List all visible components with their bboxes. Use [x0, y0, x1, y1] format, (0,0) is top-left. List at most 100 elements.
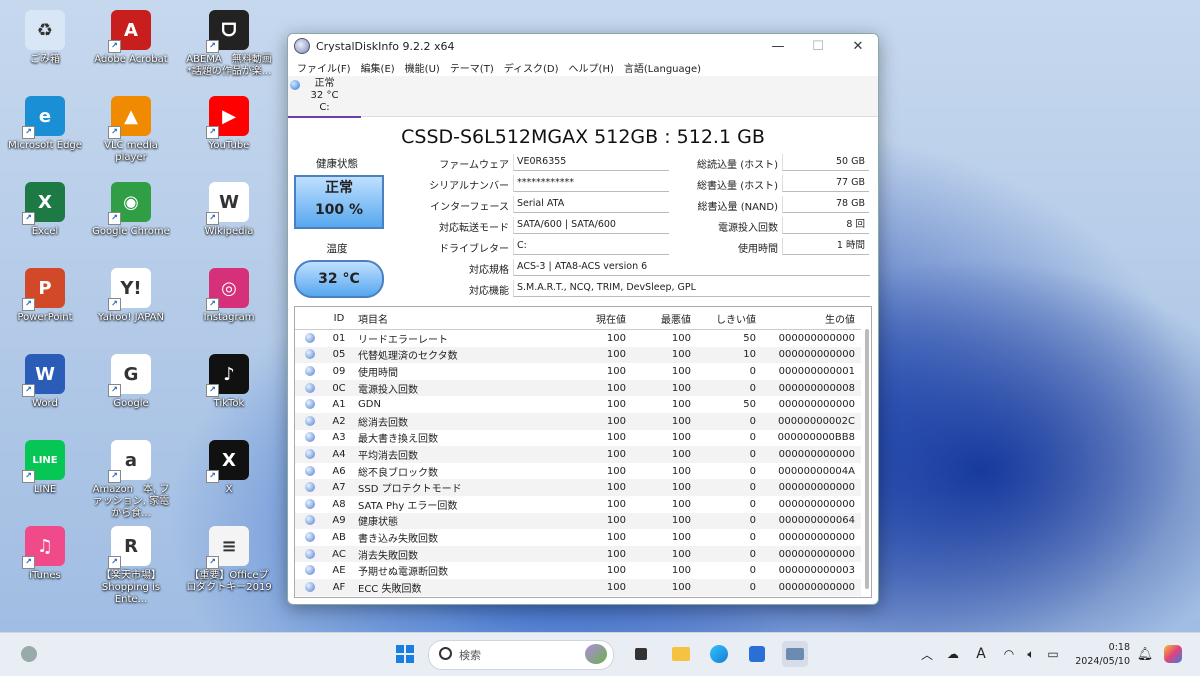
status-ball-icon	[304, 399, 315, 410]
smart-row[interactable]: A3 最大書き換え回数 100 100 0 000000000BB8	[295, 430, 861, 447]
temperature-button[interactable]: 32 °C	[294, 260, 384, 298]
menu-edit[interactable]: 編集(E)	[356, 60, 400, 75]
smart-header-status	[295, 307, 324, 330]
onedrive-icon[interactable]: ☁	[940, 641, 966, 667]
word-icon: W ↗	[22, 354, 65, 397]
maximize-button[interactable]: ☐	[798, 39, 838, 54]
desktop-shortcut[interactable]: W ↗ Wikipedia	[186, 176, 272, 258]
interface-label: インターフェース	[430, 202, 509, 213]
desktop-shortcut[interactable]: Y! ↗ Yahoo! JAPAN	[88, 262, 174, 344]
smart-worst: 100	[632, 512, 697, 530]
smart-worst: 100	[632, 479, 697, 496]
smart-header-row: ID 項目名 現在値 最悪値 しきい値 生の値	[295, 307, 861, 330]
crystaldiskinfo-taskbar-icon[interactable]	[782, 641, 808, 667]
menu-help[interactable]: ヘルプ(H)	[564, 60, 619, 75]
smart-row[interactable]: 0C 電源投入回数 100 100 0 000000000008	[295, 379, 861, 397]
smart-row[interactable]: A9 健康状態 100 100 0 000000000064	[295, 512, 861, 530]
disk-tab-c[interactable]: 正常 32 °C C:	[288, 76, 361, 118]
desktop-shortcut[interactable]: a ↗ Amazon 本, ファッション, 家電から食...	[88, 434, 174, 519]
menu-language[interactable]: 言語(Language)	[619, 60, 706, 75]
menu-function[interactable]: 機能(U)	[400, 60, 445, 75]
smart-header-current[interactable]: 現在値	[567, 307, 632, 330]
smart-raw: 000000000000	[762, 346, 861, 364]
start-button[interactable]	[392, 641, 418, 667]
file-explorer-icon[interactable]	[668, 641, 694, 667]
menu-file[interactable]: ファイル(F)	[292, 60, 356, 75]
shortcut-arrow-icon: ↗	[108, 556, 121, 569]
desktop-shortcut[interactable]: R ↗ 【楽天市場】 Shopping is Ente...	[88, 520, 174, 605]
desktop-shortcut[interactable]: ᗜ ↗ ABEMA 無料動画 *話題の作品が楽...	[186, 4, 272, 86]
smart-row[interactable]: A6 総不良ブロック数 100 100 0 00000000004A	[295, 463, 861, 480]
smart-row[interactable]: A2 総消去回数 100 100 0 00000000002C	[295, 412, 861, 430]
smart-header-name[interactable]: 項目名	[354, 307, 567, 330]
smart-row[interactable]: AB 書き込み失敗回数 100 100 0 000000000000	[295, 529, 861, 546]
smart-row[interactable]: AE 予期せぬ電源断回数 100 100 0 000000000003	[295, 562, 861, 579]
smart-status-cell	[295, 479, 324, 496]
smart-row[interactable]: 09 使用時間 100 100 0 000000000001	[295, 363, 861, 380]
desktop-shortcut[interactable]: ◎ ↗ Instagram	[186, 262, 272, 344]
desktop-shortcut[interactable]: ♪ ↗ TikTok	[186, 348, 272, 430]
smart-header-threshold[interactable]: しきい値	[697, 307, 762, 330]
smart-row[interactable]: 01 リードエラーレート 100 100 50 000000000000	[295, 330, 861, 347]
shortcut-arrow-icon: ↗	[22, 470, 35, 483]
chevron-up-icon[interactable]: ︿	[914, 641, 940, 667]
shortcut-arrow-icon: ↗	[206, 212, 219, 225]
status-ball-icon	[304, 482, 315, 493]
desktop-shortcut[interactable]: X ↗ X	[186, 434, 272, 516]
desktop-shortcut[interactable]: ≡ ↗ 【重要】Officeプロダクトキー2019	[186, 520, 272, 602]
host-writes-value: 77 GB	[782, 175, 869, 192]
menu-disk[interactable]: ディスク(D)	[499, 60, 564, 75]
smart-raw: 000000000000	[778, 332, 855, 344]
smart-row[interactable]: A7 SSD プロテクトモード 100 100 0 000000000000	[295, 479, 861, 496]
health-status-button[interactable]: 正常 100 %	[294, 175, 384, 229]
desktop-shortcut[interactable]: G ↗ Google	[88, 348, 174, 430]
smart-header-id[interactable]: ID	[324, 307, 354, 330]
smart-status-cell	[295, 578, 324, 596]
desktop-shortcut[interactable]: X ↗ Excel	[2, 176, 88, 258]
desktop-shortcut[interactable]: ▲ ↗ VLC media player	[88, 90, 174, 172]
smart-row[interactable]: 05 代替処理済のセクタ数 100 100 10 000000000000	[295, 346, 861, 364]
desktop-shortcut[interactable]: A ↗ Adobe Acrobat	[88, 4, 174, 86]
desktop-shortcut[interactable]: P ↗ PowerPoint	[2, 262, 88, 344]
menu-theme[interactable]: テーマ(T)	[445, 60, 499, 75]
smart-id: AF	[324, 578, 354, 596]
shortcut-arrow-icon: ↗	[22, 298, 35, 311]
smart-raw: 000000000BB8	[777, 432, 855, 444]
edge-taskbar-icon[interactable]	[706, 641, 732, 667]
store-icon[interactable]	[744, 641, 770, 667]
ime-indicator[interactable]: A	[968, 641, 994, 667]
notification-bell-icon[interactable]: 🔔︎	[1132, 641, 1158, 667]
powerpoint-icon: P ↗	[22, 268, 65, 311]
serial-label: シリアルナンバー	[429, 181, 509, 192]
smart-header-raw[interactable]: 生の値	[762, 307, 861, 330]
smart-row[interactable]: AC 消去失敗回数 100 100 0 000000000000	[295, 545, 861, 563]
desktop-shortcut[interactable]: ▶ ↗ YouTube	[186, 90, 272, 172]
instagram-icon: ◎ ↗	[206, 268, 249, 311]
desktop-shortcut[interactable]: ♻ ごみ箱	[2, 4, 88, 86]
battery-icon[interactable]: ▭	[1040, 641, 1066, 667]
smart-scrollbar[interactable]	[865, 329, 869, 589]
desktop-shortcut[interactable]: ♫ ↗ iTunes	[2, 520, 88, 602]
smart-threshold: 0	[749, 498, 756, 510]
taskbar-search-box[interactable]: 検索	[428, 640, 614, 670]
smart-header-worst[interactable]: 最悪値	[632, 307, 697, 330]
clock[interactable]: 0:18 2024/05/10	[1070, 641, 1130, 669]
smart-row[interactable]: A1 GDN 100 100 50 000000000000	[295, 396, 861, 413]
desktop-shortcut[interactable]: W ↗ Word	[2, 348, 88, 430]
title-bar[interactable]: CrystalDiskInfo 9.2.2 x64 — ☐ ✕	[288, 34, 878, 58]
widgets-icon[interactable]	[16, 641, 42, 667]
smart-id: AB	[332, 531, 346, 543]
copilot-icon[interactable]	[1160, 641, 1186, 667]
desktop-shortcut[interactable]: LINE ↗ LINE	[2, 434, 88, 516]
minimize-button[interactable]: —	[758, 39, 798, 54]
task-view-icon[interactable]	[628, 641, 654, 667]
smart-row[interactable]: AF ECC 失敗回数 100 100 0 000000000000	[295, 578, 861, 596]
disk-tab-temp: 32 °C	[310, 90, 339, 101]
smart-row[interactable]: A8 SATA Phy エラー回数 100 100 0 000000000000	[295, 496, 861, 513]
desktop-shortcut[interactable]: ◉ ↗ Google Chrome	[88, 176, 174, 258]
shortcut-arrow-icon: ↗	[206, 40, 219, 53]
smart-worst: 100	[632, 578, 697, 596]
smart-row[interactable]: A4 平均消去回数 100 100 0 000000000000	[295, 446, 861, 463]
close-button[interactable]: ✕	[838, 39, 878, 54]
desktop-shortcut[interactable]: e ↗ Microsoft Edge	[2, 90, 88, 172]
